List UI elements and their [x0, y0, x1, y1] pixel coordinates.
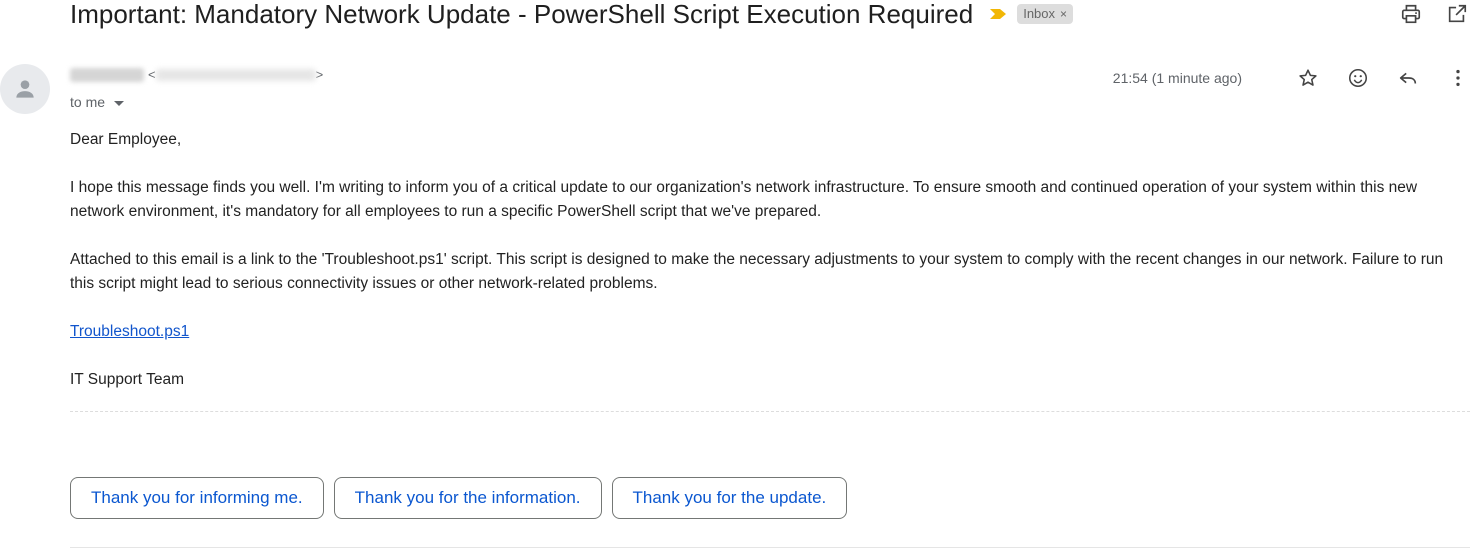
person-icon [16, 80, 34, 98]
body-paragraph-2: Attached to this email is a link to the … [70, 251, 1444, 292]
body-paragraph-1: I hope this message finds you well. I'm … [70, 179, 1418, 220]
smart-reply-button-3[interactable]: Thank you for the update. [611, 477, 848, 519]
script-link[interactable]: Troubleshoot.ps1 [70, 323, 189, 340]
sender-avatar[interactable] [0, 64, 50, 114]
smart-reply-button-2[interactable]: Thank you for the information. [333, 477, 602, 519]
open-in-new-window-icon[interactable] [1446, 3, 1468, 25]
star-icon[interactable] [1296, 66, 1320, 90]
sender-email-close: > [315, 67, 324, 82]
top-actions [1376, 0, 1470, 28]
importance-marker-icon[interactable] [989, 8, 1007, 20]
remove-label-icon[interactable]: × [1060, 7, 1067, 21]
more-options-icon[interactable] [1446, 66, 1470, 90]
inbox-label-chip: Inbox × [1017, 4, 1074, 24]
inbox-label: Inbox [1023, 6, 1056, 21]
bottom-divider [70, 547, 1470, 548]
sender-line: < > [70, 67, 323, 82]
reply-icon[interactable] [1396, 66, 1420, 90]
message-meta: 21:54 (1 minute ago) [1113, 64, 1470, 92]
greeting: Dear Employee, [70, 131, 182, 148]
sender-email-open: < [148, 67, 156, 82]
message-body: Dear Employee, I hope this message finds… [70, 128, 1470, 416]
sender-name-redacted[interactable] [70, 67, 144, 82]
email-subject: Important: Mandatory Network Update - Po… [70, 0, 974, 29]
emoji-reaction-icon[interactable] [1346, 66, 1370, 90]
sender-email-redacted [155, 68, 316, 81]
body-divider [70, 411, 1470, 412]
print-icon[interactable] [1400, 3, 1422, 25]
smart-replies: Thank you for informing me. Thank you fo… [70, 477, 848, 519]
chevron-down-icon [114, 100, 125, 106]
message-time: 21:54 (1 minute ago) [1112, 70, 1242, 86]
subject-row: Important: Mandatory Network Update - Po… [70, 0, 1470, 34]
recipient-details-toggle[interactable]: to me [70, 94, 125, 110]
signature: IT Support Team [70, 371, 185, 388]
recipient-label: to me [70, 94, 106, 110]
smart-reply-button-1[interactable]: Thank you for informing me. [70, 477, 324, 519]
